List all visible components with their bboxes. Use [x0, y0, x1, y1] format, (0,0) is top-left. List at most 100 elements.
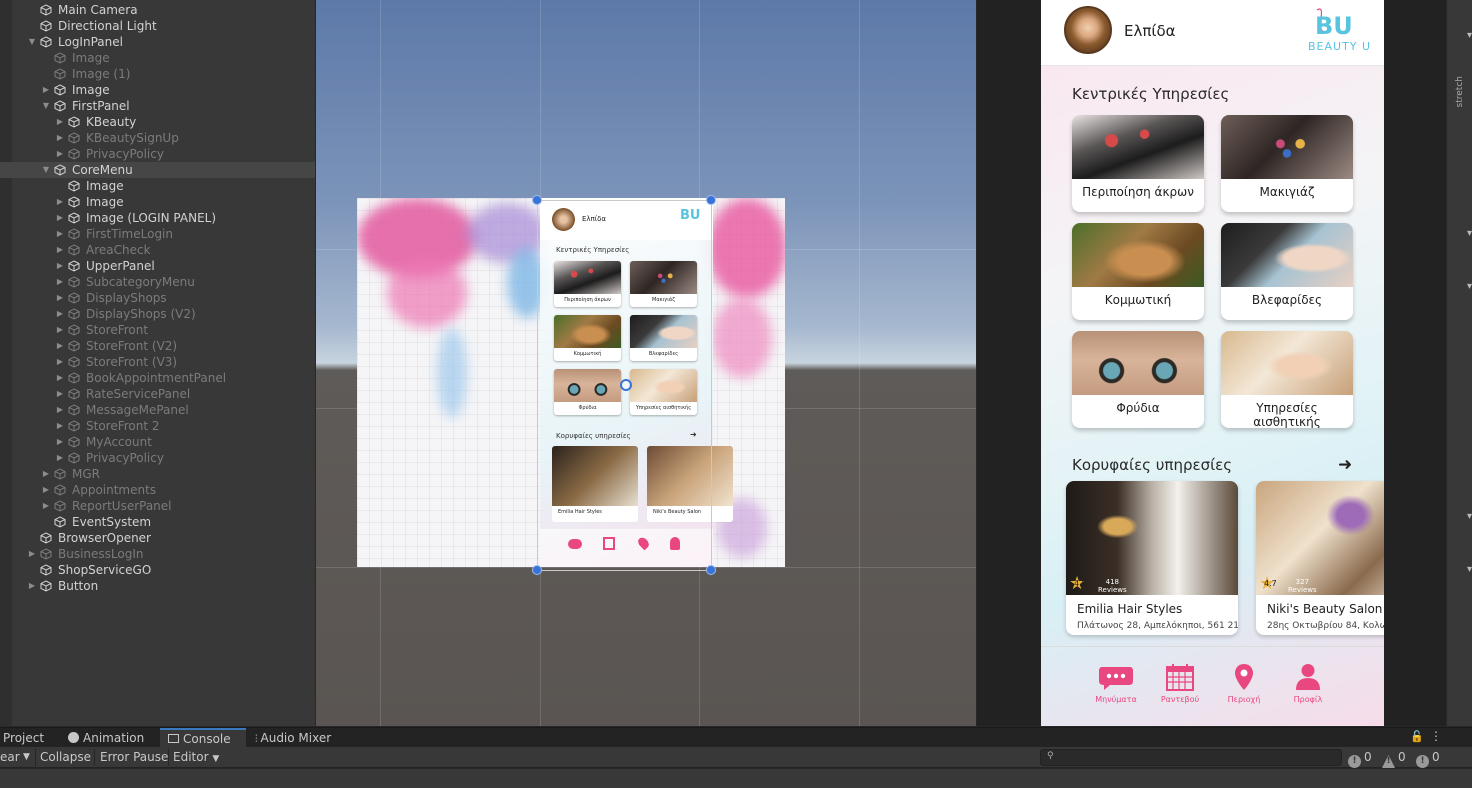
hierarchy-item[interactable]: ▶ MessageMePanel — [0, 402, 315, 418]
expand-arrow-down-icon[interactable]: ▼ — [41, 98, 51, 114]
hierarchy-item[interactable]: ▶ StoreFront 2 — [0, 418, 315, 434]
rect-handle-top-left[interactable] — [532, 195, 542, 205]
expand-arrow-right-icon[interactable]: ▶ — [41, 482, 51, 498]
error-pause-button[interactable]: Error Pause — [100, 747, 168, 768]
hierarchy-item[interactable]: Directional Light — [0, 18, 315, 34]
hierarchy-item[interactable]: Main Camera — [0, 2, 315, 18]
salon-card[interactable]: ★ 4.7 327 Reviews Niki's Beauty Salon 28ης Οκ… — [1256, 481, 1384, 635]
hierarchy-item[interactable]: ▶ SubcategoryMenu — [0, 274, 315, 290]
nav-item[interactable]: Ραντεβού — [1150, 661, 1210, 704]
expand-arrow-right-icon[interactable]: ▶ — [55, 194, 65, 210]
clear-button[interactable]: ear — [0, 747, 20, 768]
foldout-arrow-icon[interactable]: ▾ — [1467, 228, 1472, 239]
service-tile[interactable]: Περιποίηση άκρων — [1072, 115, 1204, 212]
hierarchy-item[interactable]: ▶ PrivacyPolicy — [0, 146, 315, 162]
hierarchy-item[interactable]: ▶ BookAppointmentPanel — [0, 370, 315, 386]
expand-arrow-right-icon[interactable]: ▶ — [41, 466, 51, 482]
hierarchy-item[interactable]: ▶ FirstTimeLogin — [0, 226, 315, 242]
expand-arrow-right-icon[interactable]: ▶ — [55, 370, 65, 386]
tab-project[interactable]: Project — [0, 728, 60, 748]
hierarchy-item[interactable]: ▶ KBeauty — [0, 114, 315, 130]
expand-arrow-right-icon[interactable]: ▶ — [55, 274, 65, 290]
console-search-input[interactable]: ⚲ — [1040, 749, 1342, 766]
service-tile[interactable]: Υπηρεσίες αισθητικής — [1221, 331, 1353, 428]
expand-arrow-right-icon[interactable]: ▶ — [55, 226, 65, 242]
hierarchy-item[interactable]: ShopServiceGO — [0, 562, 315, 578]
expand-arrow-right-icon[interactable]: ▶ — [55, 242, 65, 258]
error-count[interactable]: ! 0 — [1416, 747, 1440, 768]
scene-view[interactable]: Ελπίδα BU Κεντρικές Υπηρεσίες Περιποίηση… — [316, 0, 976, 726]
hierarchy-item[interactable]: ▶ DisplayShops — [0, 290, 315, 306]
expand-arrow-down-icon[interactable]: ▼ — [41, 162, 51, 178]
hierarchy-item[interactable]: ▼ FirstPanel — [0, 98, 315, 114]
service-tile[interactable]: Κομμωτική — [1072, 223, 1204, 320]
clear-dropdown-icon[interactable]: ▼ — [23, 747, 30, 768]
expand-arrow-right-icon[interactable]: ▶ — [55, 114, 65, 130]
expand-arrow-right-icon[interactable]: ▶ — [55, 418, 65, 434]
expand-arrow-right-icon[interactable]: ▶ — [55, 450, 65, 466]
hierarchy-item[interactable]: Image — [0, 50, 315, 66]
expand-arrow-right-icon[interactable]: ▶ — [55, 386, 65, 402]
collapse-button[interactable]: Collapse — [40, 747, 91, 768]
ui-canvas-preview[interactable]: Ελπίδα BU Κεντρικές Υπηρεσίες Περιποίηση… — [357, 198, 785, 567]
hierarchy-item[interactable]: ▶ StoreFront (V3) — [0, 354, 315, 370]
expand-arrow-right-icon[interactable]: ▶ — [55, 146, 65, 162]
expand-arrow-right-icon[interactable]: ▶ — [55, 258, 65, 274]
hierarchy-item[interactable]: ▶ MyAccount — [0, 434, 315, 450]
expand-arrow-right-icon[interactable]: ▶ — [55, 306, 65, 322]
hierarchy-item[interactable]: ▶ MGR — [0, 466, 315, 482]
avatar[interactable] — [1064, 6, 1112, 54]
tab-console[interactable]: Console — [160, 728, 246, 748]
hierarchy-item[interactable]: ▼ CoreMenu — [0, 162, 315, 178]
hierarchy-item[interactable]: ▶ Image (LOGIN PANEL) — [0, 210, 315, 226]
expand-arrow-right-icon[interactable]: ▶ — [41, 498, 51, 514]
console-log-area[interactable] — [0, 769, 1472, 788]
service-tile[interactable]: Βλεφαρίδες — [1221, 223, 1353, 320]
kebab-menu-icon[interactable]: ⋮ — [1430, 729, 1442, 743]
rect-handle-bottom-left[interactable] — [532, 565, 542, 575]
expand-arrow-right-icon[interactable]: ▶ — [27, 546, 37, 562]
expand-arrow-right-icon[interactable]: ▶ — [55, 290, 65, 306]
hierarchy-item[interactable]: ▶ PrivacyPolicy — [0, 450, 315, 466]
editor-dropdown[interactable]: Editor ▼ — [173, 747, 219, 768]
hierarchy-item[interactable]: ▼ LogInPanel — [0, 34, 315, 50]
hierarchy-item[interactable]: ▶ ReportUserPanel — [0, 498, 315, 514]
warning-count[interactable]: ! 0 — [1382, 747, 1406, 768]
hierarchy-item[interactable]: ▶ AreaCheck — [0, 242, 315, 258]
log-count[interactable]: ! 0 — [1348, 747, 1372, 768]
foldout-arrow-icon[interactable]: ▾ — [1467, 564, 1472, 575]
rect-handle-bottom-right[interactable] — [706, 565, 716, 575]
tab-audio-mixer[interactable]: ⫶ Audio Mixer — [250, 728, 350, 748]
lock-icon[interactable]: 🔓 — [1410, 730, 1424, 743]
nav-item[interactable]: Μηνύματα — [1086, 661, 1146, 704]
hierarchy-item[interactable]: EventSystem — [0, 514, 315, 530]
tab-animation[interactable]: Animation — [64, 728, 156, 748]
expand-arrow-right-icon[interactable]: ▶ — [55, 338, 65, 354]
hierarchy-item[interactable]: ▶ BusinessLogIn — [0, 546, 315, 562]
hierarchy-item[interactable]: Image (1) — [0, 66, 315, 82]
hierarchy-item[interactable]: ▶ StoreFront (V2) — [0, 338, 315, 354]
hierarchy-item[interactable]: ▶ Appointments — [0, 482, 315, 498]
service-tile[interactable]: Μακιγιάζ — [1221, 115, 1353, 212]
rect-handle-top-right[interactable] — [706, 195, 716, 205]
foldout-arrow-icon[interactable]: ▾ — [1467, 30, 1472, 41]
hierarchy-item[interactable]: ▶ Button — [0, 578, 315, 594]
hierarchy-item[interactable]: Image — [0, 178, 315, 194]
nav-item[interactable]: Περιοχή — [1214, 661, 1274, 704]
hierarchy-item[interactable]: ▶ StoreFront — [0, 322, 315, 338]
foldout-arrow-icon[interactable]: ▾ — [1467, 511, 1472, 522]
expand-arrow-right-icon[interactable]: ▶ — [55, 434, 65, 450]
hierarchy-item[interactable]: ▶ Image — [0, 194, 315, 210]
expand-arrow-right-icon[interactable]: ▶ — [55, 402, 65, 418]
foldout-arrow-icon[interactable]: ▾ — [1467, 281, 1472, 292]
nav-item[interactable]: Προφίλ — [1278, 661, 1338, 704]
expand-arrow-right-icon[interactable]: ▶ — [27, 578, 37, 594]
hierarchy-item[interactable]: ▶ Image — [0, 82, 315, 98]
hierarchy-item[interactable]: ▶ DisplayShops (V2) — [0, 306, 315, 322]
expand-arrow-right-icon[interactable]: ▶ — [55, 354, 65, 370]
arrow-right-icon[interactable]: ➜ — [1338, 455, 1352, 475]
hierarchy-item[interactable]: ▶ RateServicePanel — [0, 386, 315, 402]
expand-arrow-down-icon[interactable]: ▼ — [27, 34, 37, 50]
salon-card[interactable]: ★ 4.9 418 Reviews Emilia Hair Styles Πλάτωνος… — [1066, 481, 1238, 635]
service-tile[interactable]: Φρύδια — [1072, 331, 1204, 428]
